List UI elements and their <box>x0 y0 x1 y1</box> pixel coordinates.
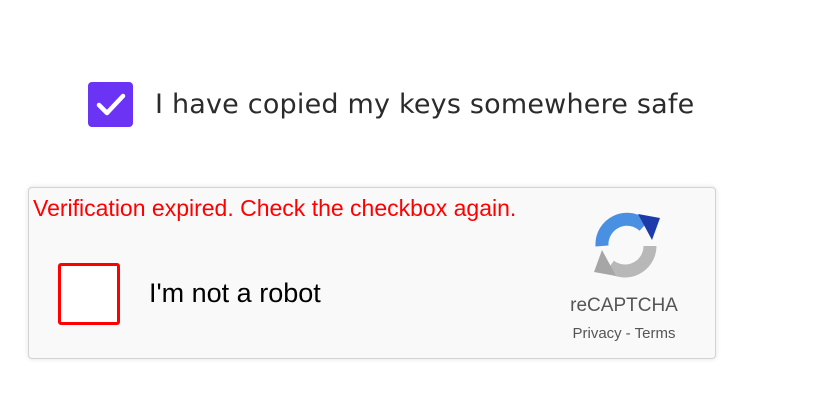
recaptcha-checkbox[interactable] <box>58 263 120 325</box>
recaptcha-error-message: Verification expired. Check the checkbox… <box>33 195 517 221</box>
links-separator: - <box>625 325 631 342</box>
recaptcha-links: Privacy - Terms <box>549 325 699 342</box>
checkmark-icon <box>96 93 125 115</box>
keys-copied-consent[interactable]: I have copied my keys somewhere safe <box>88 82 694 127</box>
terms-link[interactable]: Terms <box>635 325 676 342</box>
recaptcha-checkbox-label[interactable]: I'm not a robot <box>149 278 321 309</box>
page: I have copied my keys somewhere safe Ver… <box>0 0 826 411</box>
recaptcha-brand: reCAPTCHA <box>570 295 678 316</box>
keys-copied-checkbox[interactable] <box>88 82 133 127</box>
recaptcha-logo-icon <box>594 212 660 278</box>
privacy-link[interactable]: Privacy <box>572 325 621 342</box>
keys-copied-label[interactable]: I have copied my keys somewhere safe <box>155 89 694 120</box>
recaptcha-widget: Verification expired. Check the checkbox… <box>28 187 716 359</box>
recaptcha-logo-block: reCAPTCHA Privacy - Terms <box>549 212 699 352</box>
